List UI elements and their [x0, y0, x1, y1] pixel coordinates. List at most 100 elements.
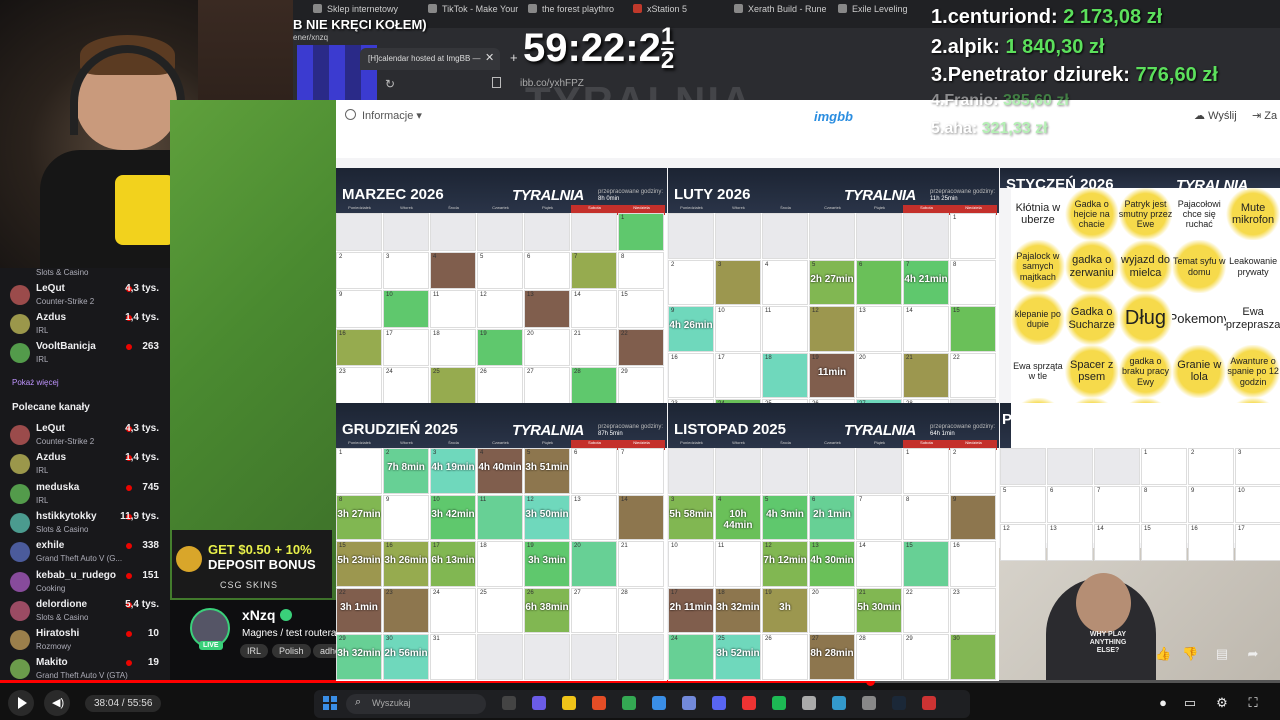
calendar-day[interactable]: 15	[618, 290, 664, 328]
calendar-day[interactable]: 7	[618, 448, 664, 494]
calendar-day[interactable]: 12 3h 50min	[524, 494, 570, 540]
calendar-day[interactable]: 17	[715, 352, 761, 398]
calendar-day[interactable]: 23	[950, 587, 996, 633]
taskbar-app-icon[interactable]	[742, 696, 756, 710]
calendar-day[interactable]: 22	[618, 328, 664, 366]
calendar-day[interactable]: 18	[762, 352, 808, 398]
calendar-day[interactable]: 6	[856, 259, 902, 305]
calendar-day[interactable]: 15 5h 23min	[336, 541, 382, 587]
calendar-day[interactable]: 20	[571, 541, 617, 587]
taskbar-app-icon[interactable]	[682, 696, 696, 710]
calendar-day[interactable]: 10	[383, 290, 429, 328]
calendar-day[interactable]: 22 3h 1min	[336, 587, 382, 633]
calendar-day[interactable]: 19	[477, 328, 523, 366]
calendar-day[interactable]: 14	[856, 541, 902, 587]
calendar-day[interactable]: 5 2h 27min	[809, 259, 855, 305]
ad-banner[interactable]: GET $0.50 + 10% DEPOSIT BONUS CSG SKINS	[172, 530, 332, 598]
calendar-day[interactable]: 2 7h 8min	[383, 448, 429, 494]
calendar-day[interactable]: 3	[383, 251, 429, 289]
calendar-day[interactable]: 25	[430, 367, 476, 405]
calendar-day[interactable]: 27	[524, 367, 570, 405]
calendar-day[interactable]: 21 5h 30min	[856, 587, 902, 633]
taskbar-app-icon[interactable]	[832, 696, 846, 710]
calendar-day[interactable]: 1	[618, 213, 664, 251]
calendar-day[interactable]: 1	[1141, 448, 1187, 485]
like-icon[interactable]: 👍	[1155, 646, 1171, 662]
calendar-day[interactable]: 25	[477, 587, 523, 633]
calendar-day[interactable]: 9	[336, 290, 382, 328]
bookmark-icon[interactable]	[492, 77, 501, 88]
calendar-day[interactable]: 21	[903, 352, 949, 398]
calendar-day[interactable]: 28	[571, 367, 617, 405]
calendar-day[interactable]: 3 4h 19min	[430, 448, 476, 494]
channel-item[interactable]: Azdus IRL 1,4 tys.	[10, 451, 165, 479]
calendar-day[interactable]	[571, 213, 617, 251]
calendar-day[interactable]: 16	[1188, 524, 1234, 561]
calendar-day[interactable]: 13	[571, 494, 617, 540]
calendar-day[interactable]: 25 3h 52min	[715, 634, 761, 680]
calendar-day[interactable]: 27 8h 28min	[809, 634, 855, 680]
calendar-day[interactable]: 16 3h 26min	[383, 541, 429, 587]
calendar-day[interactable]: 1	[903, 448, 949, 494]
calendar-day[interactable]: 4 4h 40min	[477, 448, 523, 494]
calendar-day[interactable]: 7	[571, 251, 617, 289]
calendar-day[interactable]: 23	[336, 367, 382, 405]
calendar-day[interactable]: 13 4h 30min	[809, 541, 855, 587]
calendar-day[interactable]: 12	[1000, 524, 1046, 561]
share-button[interactable]: ☁ Wyślij	[1194, 109, 1237, 122]
close-tab-icon[interactable]: ✕	[485, 51, 494, 64]
channel-item[interactable]: exhile Grand Theft Auto V (G... 338	[10, 539, 165, 567]
calendar-day[interactable]: 4	[762, 259, 808, 305]
calendar-day[interactable]: 22	[950, 352, 996, 398]
calendar-day[interactable]: 20	[809, 587, 855, 633]
calendar-day[interactable]: 1	[336, 448, 382, 494]
calendar-day[interactable]: 15	[950, 306, 996, 352]
calendar-day[interactable]: 11	[715, 541, 761, 587]
taskbar-app-icon[interactable]	[862, 696, 876, 710]
streamer-name[interactable]: xNzq	[242, 607, 275, 623]
channel-item[interactable]: LeQut Counter-Strike 2 4,3 tys.	[10, 282, 165, 310]
calendar-day[interactable]: 7 4h 21min	[903, 259, 949, 305]
calendar-day[interactable]: 30	[950, 634, 996, 680]
active-tab[interactable]: [H]calendar hosted at ImgBB —	[360, 48, 500, 70]
calendar-day[interactable]	[571, 634, 617, 680]
channel-item[interactable]: VooltBanicja IRL 263	[10, 340, 165, 368]
calendar-day[interactable]: 13	[1047, 524, 1093, 561]
calendar-day[interactable]	[668, 448, 714, 494]
tab-forest[interactable]: the forest playthro	[528, 4, 618, 24]
calendar-day[interactable]	[524, 213, 570, 251]
calendar-day[interactable]: 13	[524, 290, 570, 328]
calendar-day[interactable]	[1000, 448, 1046, 485]
channel-item[interactable]: Hiratoshi Rozmowy 10	[10, 627, 165, 655]
calendar-day[interactable]	[856, 448, 902, 494]
autoplay-toggle-icon[interactable]: ●	[1155, 695, 1171, 711]
calendar-day[interactable]: 16	[950, 541, 996, 587]
calendar-day[interactable]: 12	[477, 290, 523, 328]
calendar-day[interactable]: 5 3h 51min	[524, 448, 570, 494]
calendar-day[interactable]	[903, 213, 949, 259]
calendar-day[interactable]: 10	[715, 306, 761, 352]
taskbar-app-icon[interactable]	[592, 696, 606, 710]
calendar-day[interactable]: 6	[524, 251, 570, 289]
play-button[interactable]	[8, 690, 34, 716]
calendar-day[interactable]	[668, 213, 714, 259]
calendar-day[interactable]: 28	[856, 634, 902, 680]
calendar-day[interactable]	[430, 213, 476, 251]
calendar-day[interactable]: 16	[668, 352, 714, 398]
calendar-day[interactable]	[524, 634, 570, 680]
calendar-day[interactable]	[762, 213, 808, 259]
calendar-day[interactable]: 24	[668, 634, 714, 680]
taskbar-app-icon[interactable]	[772, 696, 786, 710]
calendar-day[interactable]: 5	[1000, 486, 1046, 523]
calendar-day[interactable]: 18 3h 32min	[715, 587, 761, 633]
fullscreen-icon[interactable]: ⛶	[1245, 695, 1261, 711]
taskbar-app-icon[interactable]	[502, 696, 516, 710]
calendar-day[interactable]	[618, 634, 664, 680]
calendar-day[interactable]: 9	[383, 494, 429, 540]
tab-tiktok[interactable]: TikTok - Make Your	[428, 4, 518, 24]
taskbar-app-icon[interactable]	[892, 696, 906, 710]
tag-irl[interactable]: IRL	[240, 644, 269, 658]
calendar-day[interactable]: 17 6h 13min	[430, 541, 476, 587]
calendar-day[interactable]: 22	[903, 587, 949, 633]
calendar-day[interactable]: 7	[856, 494, 902, 540]
